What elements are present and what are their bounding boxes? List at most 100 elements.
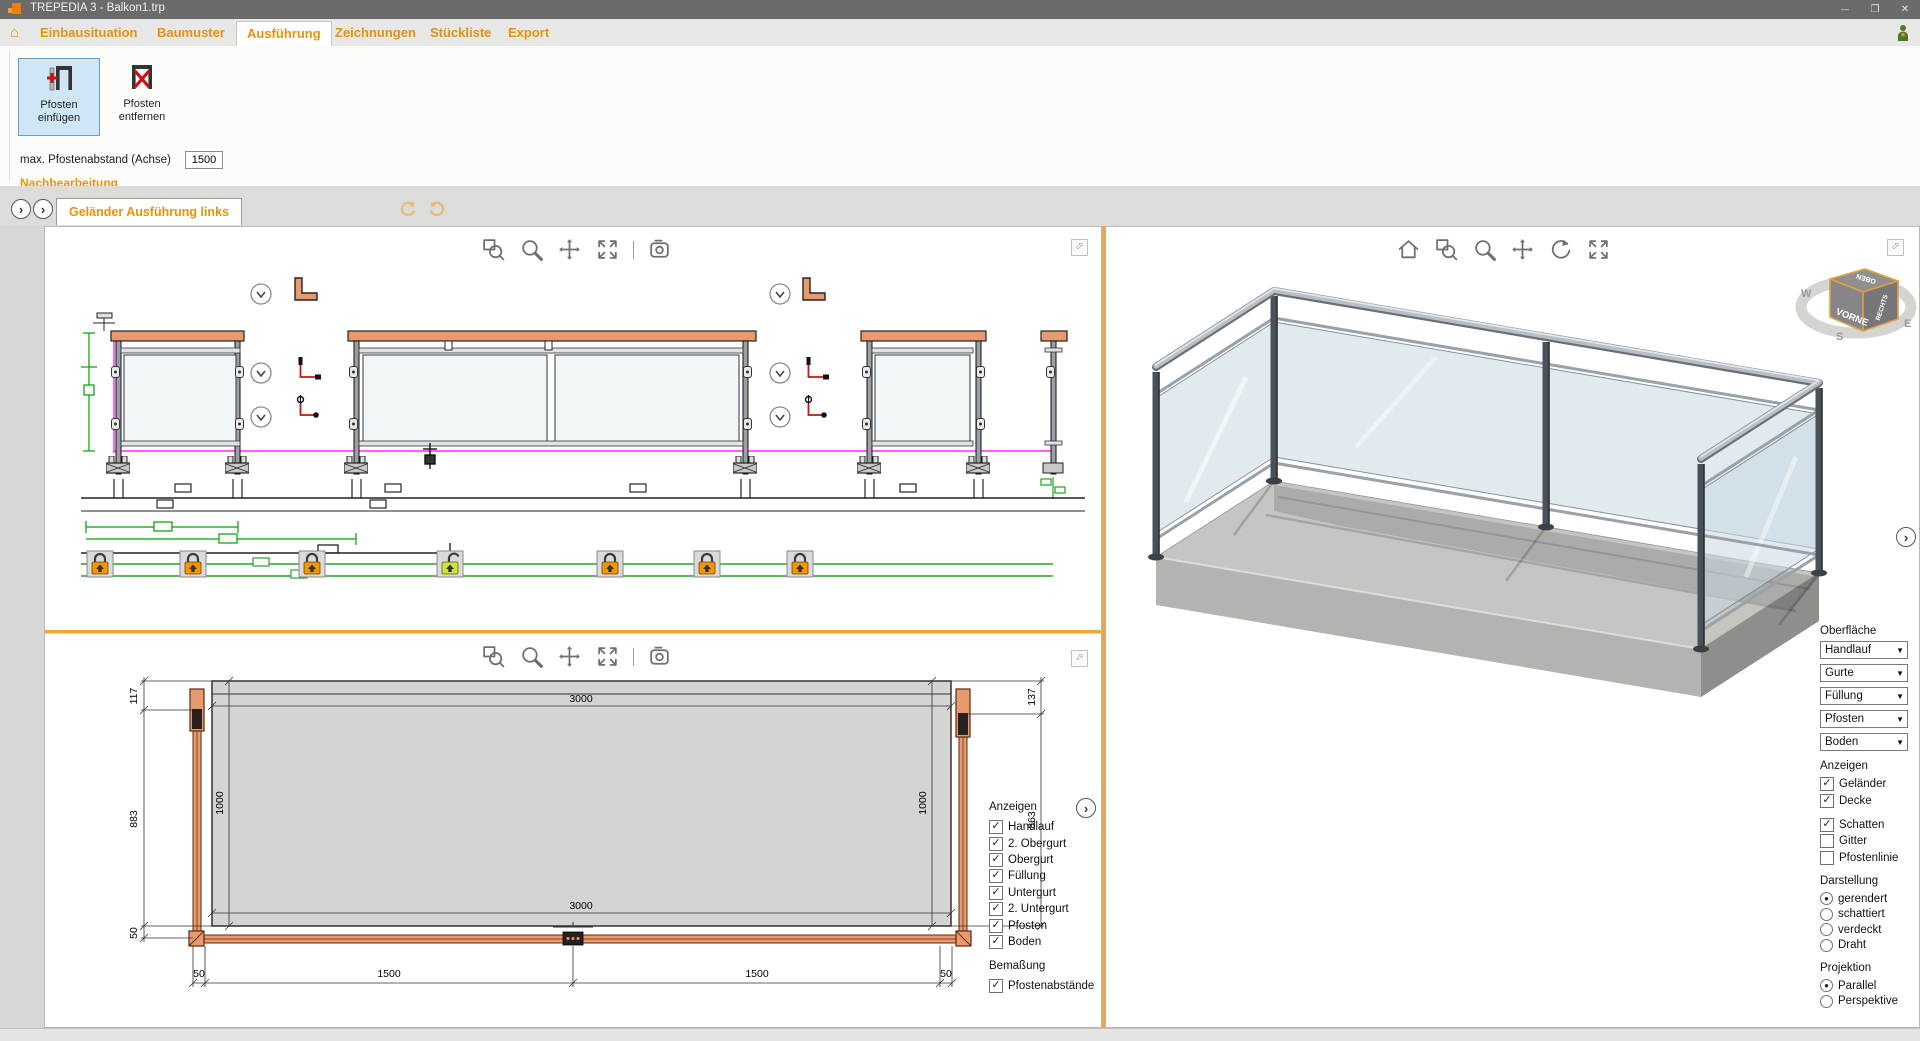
menu-export[interactable]: Export	[498, 19, 559, 46]
check-pfostenabstaende[interactable]: ✓ Pfostenabstände	[989, 978, 1119, 994]
menu-zeichnungen[interactable]: Zeichnungen	[325, 19, 426, 46]
radio-button[interactable]: ●	[1820, 979, 1833, 992]
checkbox[interactable]: ✓	[989, 853, 1003, 867]
post-lock-locked[interactable]	[87, 551, 113, 577]
compass-south[interactable]: S	[1836, 331, 1843, 343]
check-schatten[interactable]: ✓ Schatten	[1820, 817, 1920, 833]
checkbox[interactable]	[1820, 851, 1834, 865]
menu-ausfuehrung[interactable]: Ausführung	[236, 21, 332, 47]
radio-schattiert[interactable]: schattiert	[1820, 906, 1920, 922]
radio-verdeckt[interactable]: verdeckt	[1820, 922, 1920, 938]
checkbox[interactable]: ✓	[989, 837, 1003, 851]
radio-button[interactable]	[1820, 939, 1833, 952]
checkbox[interactable]: ✓	[989, 902, 1003, 916]
radio-parallel[interactable]: ● Parallel	[1820, 978, 1920, 994]
checkbox[interactable]: ✓	[1820, 794, 1834, 808]
check-decke[interactable]: ✓ Decke	[1820, 792, 1920, 808]
radio-button[interactable]	[1820, 908, 1833, 921]
maximize-button[interactable]	[1860, 0, 1890, 19]
zoom-window-icon[interactable]	[481, 237, 506, 262]
checkbox[interactable]: ✓	[1820, 777, 1834, 791]
display-panel-collapse-button[interactable]	[1076, 798, 1096, 818]
pfosten-einfuegen-button[interactable]: Pfosten einfügen	[18, 58, 100, 136]
post-lock-locked[interactable]	[180, 551, 206, 577]
status-person-icon[interactable]	[1895, 24, 1911, 42]
close-button[interactable]	[1890, 0, 1920, 19]
rotate-view-icon[interactable]	[1548, 237, 1573, 262]
check-handlauf[interactable]: ✓ Handlauf	[989, 819, 1119, 835]
post-lock-unlocked[interactable]	[437, 551, 463, 577]
checkbox[interactable]: ✓	[989, 869, 1003, 883]
compass-west[interactable]: W	[1801, 288, 1812, 300]
radio-button[interactable]: ●	[1820, 892, 1833, 905]
zoom-icon[interactable]	[519, 644, 544, 669]
expand-elevation-view-button[interactable]	[1071, 239, 1088, 256]
doc-tab-gelaender-ausfuehrung-links[interactable]: Geländer Ausführung links	[56, 198, 242, 225]
checkbox[interactable]	[1820, 834, 1834, 848]
zoom-icon[interactable]	[1472, 237, 1497, 262]
zoom-window-icon[interactable]	[481, 644, 506, 669]
fit-view-icon[interactable]	[595, 644, 620, 669]
surface-gurte-dropdown[interactable]: Gurte	[1820, 664, 1908, 682]
radio-gerendert[interactable]: ● gerendert	[1820, 891, 1920, 907]
menu-baumuster[interactable]: Baumuster	[147, 19, 235, 46]
scroll-tabs-right-button[interactable]	[33, 199, 53, 219]
zoom-window-icon[interactable]	[1434, 237, 1459, 262]
zoom-icon[interactable]	[519, 237, 544, 262]
2d-drawing-canvas[interactable]: 3000 3000 117 883 50 1000 1000 137 863 5…	[45, 227, 1101, 1027]
radio-button[interactable]	[1820, 923, 1833, 936]
3d-render-canvas[interactable]	[1106, 227, 1919, 1027]
home-view-icon[interactable]	[1396, 237, 1421, 262]
pan-icon[interactable]	[557, 644, 582, 669]
sidebar-collapse-button[interactable]	[1896, 527, 1916, 547]
pan-icon[interactable]	[1510, 237, 1535, 262]
check-2-obergurt[interactable]: ✓ 2. Obergurt	[989, 835, 1119, 851]
compass-east[interactable]: E	[1904, 318, 1911, 330]
check-boden[interactable]: ✓ Boden	[989, 934, 1119, 950]
surface-boden-dropdown[interactable]: Boden	[1820, 733, 1908, 751]
menu-stueckliste[interactable]: Stückliste	[420, 19, 501, 46]
radio-draht[interactable]: Draht	[1820, 937, 1920, 953]
fit-view-icon[interactable]	[595, 237, 620, 262]
post-lock-locked[interactable]	[694, 551, 720, 577]
undo-icon[interactable]	[398, 201, 418, 218]
3d-view-panel[interactable]: W S E VORNE OBEN RECHTS Oberfläche Handl…	[1105, 226, 1920, 1028]
check-untergurt[interactable]: ✓ Untergurt	[989, 885, 1119, 901]
snapshot-icon[interactable]	[647, 644, 672, 669]
surface-pfosten-dropdown[interactable]: Pfosten	[1820, 710, 1908, 728]
check-pfosten[interactable]: ✓ Pfosten	[989, 917, 1119, 933]
check-pfostenlinie[interactable]: Pfostenlinie	[1820, 850, 1920, 866]
max-post-spacing-input[interactable]	[185, 151, 223, 169]
home-icon[interactable]: ⌂	[10, 24, 19, 41]
surface-fuellung-dropdown[interactable]: Füllung	[1820, 687, 1908, 705]
redo-icon[interactable]	[427, 201, 447, 218]
check-gitter[interactable]: Gitter	[1820, 833, 1920, 849]
post-lock-locked[interactable]	[597, 551, 623, 577]
check-obergurt[interactable]: ✓ Obergurt	[989, 852, 1119, 868]
radio-perspektive[interactable]: Perspektive	[1820, 993, 1920, 1009]
surface-handlauf-dropdown[interactable]: Handlauf	[1820, 641, 1908, 659]
post-lock-locked[interactable]	[299, 551, 325, 577]
snapshot-icon[interactable]	[647, 237, 672, 262]
fit-view-icon[interactable]	[1586, 237, 1611, 262]
post-lock-row[interactable]	[81, 543, 1053, 578]
post-lock-locked[interactable]	[787, 551, 813, 577]
expand-plan-view-button[interactable]	[1071, 650, 1088, 667]
pfosten-entfernen-button[interactable]: Pfosten entfernen	[102, 58, 182, 134]
pan-icon[interactable]	[557, 237, 582, 262]
orientation-cube[interactable]: W S E VORNE OBEN RECHTS	[1794, 245, 1920, 345]
checkbox[interactable]: ✓	[1820, 818, 1834, 832]
checkbox[interactable]: ✓	[989, 919, 1003, 933]
check-fuellung[interactable]: ✓ Füllung	[989, 868, 1119, 884]
check-gelaender[interactable]: ✓ Geländer	[1820, 776, 1920, 792]
menu-einbausituation[interactable]: Einbausituation	[30, 19, 148, 46]
checkbox[interactable]: ✓	[989, 935, 1003, 949]
2d-views-panel[interactable]: 3000 3000 117 883 50 1000 1000 137 863 5…	[44, 226, 1102, 1028]
minimize-button[interactable]	[1830, 0, 1860, 19]
checkbox[interactable]: ✓	[989, 886, 1003, 900]
scroll-tabs-left-button[interactable]	[11, 199, 31, 219]
checkbox[interactable]: ✓	[989, 820, 1003, 834]
radio-button[interactable]	[1820, 995, 1833, 1008]
checkbox[interactable]: ✓	[989, 979, 1003, 993]
check-2-untergurt[interactable]: ✓ 2. Untergurt	[989, 901, 1119, 917]
